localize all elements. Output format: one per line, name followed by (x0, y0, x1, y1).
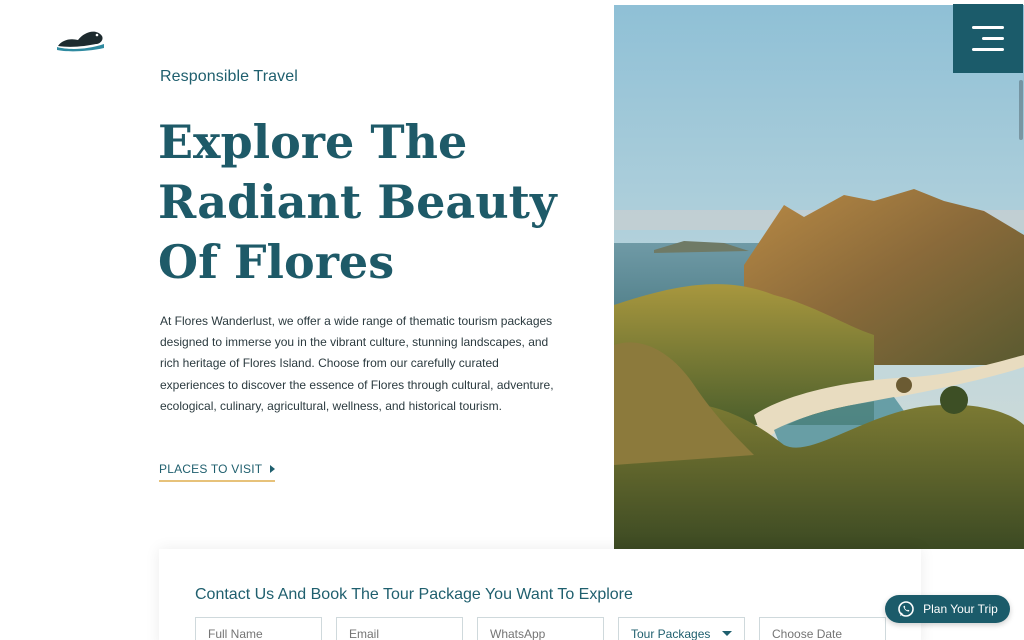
hero-title: Explore The Radiant Beauty Of Flores (158, 112, 598, 292)
places-to-visit-link[interactable]: PLACES TO VISIT (159, 462, 276, 482)
play-arrow-icon (270, 465, 276, 473)
booking-form-card: Contact Us And Book The Tour Package You… (159, 549, 921, 640)
tour-packages-select[interactable]: Tour Packages (618, 617, 745, 640)
whatsapp-input[interactable] (477, 617, 604, 640)
hero-title-line-3: Of Flores (158, 235, 395, 289)
hero-title-line-1: Explore The (158, 115, 468, 169)
hero-eyebrow: Responsible Travel (160, 68, 298, 85)
chevron-down-icon (722, 631, 732, 636)
hero-title-line-2: Radiant Beauty (158, 175, 557, 229)
hero-description: At Flores Wanderlust, we offer a wide ra… (160, 314, 554, 413)
page-scrollbar[interactable] (1019, 80, 1023, 140)
tour-packages-value: Tour Packages (631, 627, 711, 640)
booking-form-title: Contact Us And Book The Tour Package You… (195, 586, 633, 603)
full-name-input[interactable] (195, 617, 322, 640)
choose-date-input[interactable] (759, 617, 886, 640)
menu-button[interactable] (953, 4, 1023, 73)
hamburger-menu-icon (972, 26, 1004, 29)
places-to-visit-label: PLACES TO VISIT (159, 462, 263, 476)
email-input[interactable] (336, 617, 463, 640)
plan-your-trip-label: Plan Your Trip (923, 602, 998, 616)
plan-your-trip-button[interactable]: Plan Your Trip (885, 595, 1010, 623)
turtle-logo-icon (57, 31, 104, 52)
site-logo[interactable] (56, 24, 106, 52)
hero-landscape-image (614, 5, 1024, 549)
whatsapp-icon (898, 601, 914, 617)
